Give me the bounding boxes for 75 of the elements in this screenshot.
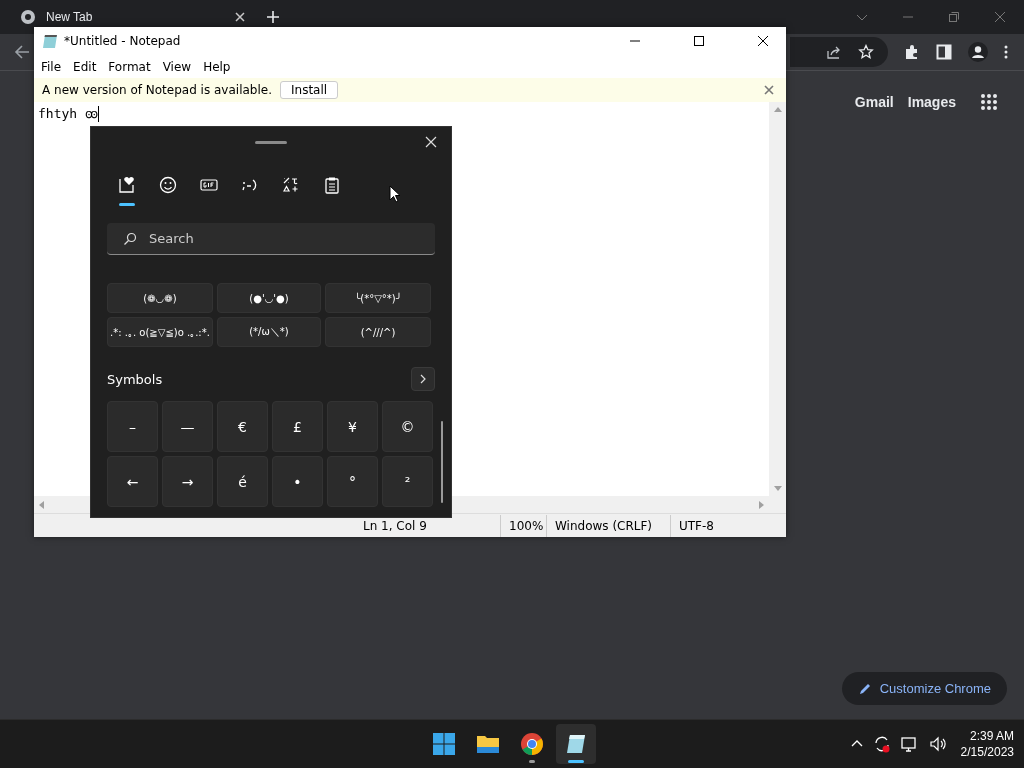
menu-item[interactable]: Edit [73,59,97,74]
symbol-button[interactable]: ° [327,456,378,507]
star-icon[interactable] [858,44,874,60]
running-indicator [529,760,535,763]
symbol-button[interactable]: — [162,401,213,452]
kaomoji-button[interactable]: (●'◡'●) [217,283,321,313]
header-link[interactable]: Gmail [854,94,894,110]
symbols-icon [282,176,300,194]
kaomoji-button[interactable]: (^///^) [325,317,431,347]
tab-title[interactable]: New Tab [46,10,224,24]
symbol-button[interactable]: © [382,401,433,452]
kaomoji-button[interactable]: .*: .｡. o(≧▽≦)o .｡.:*. [107,317,213,347]
network-icon[interactable] [900,735,919,753]
header-link[interactable]: Images [907,94,956,110]
mouse-cursor-icon [389,185,401,203]
status-item: UTF-8 [670,514,770,537]
window-title: *Untitled - Notepad [64,34,181,48]
chrome-logo-icon [520,732,544,756]
drag-handle[interactable] [255,140,287,144]
update-notice: A new version of Notepad is available. [42,83,272,97]
menu-item[interactable]: File [41,59,62,74]
symbol-button[interactable]: é [217,456,268,507]
sync-icon[interactable] [872,735,891,753]
document-text[interactable]: fhtyh ꙭ [38,106,98,122]
kaomoji-button[interactable]: ╰(*°▽°*)╯ [325,283,431,313]
status-item: 100% [500,514,546,537]
running-indicator [568,760,584,763]
kaomoji-button[interactable]: (❁◡❁) [107,283,213,313]
customize-chrome-button[interactable]: Customize Chrome [841,672,1007,705]
back-arrow-icon[interactable] [14,44,30,60]
puzzle-icon[interactable] [904,44,920,60]
maximize-icon[interactable] [693,35,705,47]
symbol-button[interactable]: → [162,456,213,507]
side-panel-icon[interactable] [936,44,952,60]
kaomoji-button[interactable]: (*/ω＼*) [217,317,321,347]
clock-date[interactable]: 2/15/2023 [960,744,1014,760]
smiley-icon [159,176,177,194]
menu-item[interactable]: Format [108,59,151,74]
menu-item[interactable]: Help [203,59,231,74]
profile-icon[interactable] [968,42,988,62]
restore-icon[interactable] [948,11,960,23]
notepad-icon [564,732,588,756]
notepad-icon [42,33,58,49]
search-field[interactable]: Search [107,223,435,255]
menu-item[interactable]: View [162,59,192,74]
speaker-icon[interactable] [928,735,947,753]
symbol-button[interactable]: • [272,456,323,507]
more-menu-icon[interactable] [1004,45,1008,59]
status-item: Windows (CRLF) [546,514,670,537]
status-item: Ln 1, Col 9 [362,517,428,535]
symbol-button[interactable]: ¥ [327,401,378,452]
more-button[interactable] [411,367,435,391]
scrollbar-thumb[interactable] [441,421,443,503]
apps-grid-icon[interactable] [980,93,998,111]
new-tab-icon[interactable] [266,10,280,24]
search-icon [123,232,137,246]
install-button[interactable]: Install [280,81,339,99]
section-title: Symbols [107,371,163,387]
address-bar[interactable] [790,37,888,67]
gif-icon [200,176,218,194]
clock-time[interactable]: 2:39 AM [969,728,1014,744]
symbol-button[interactable]: ² [382,456,433,507]
symbol-button[interactable]: – [107,401,158,452]
pencil-icon [857,681,872,696]
heart-icon [118,176,136,194]
chrome-logo-icon [20,9,36,25]
share-icon[interactable] [826,44,842,60]
close-icon[interactable] [757,35,769,47]
symbol-button[interactable]: £ [272,401,323,452]
windows-logo-icon [432,732,456,756]
taskbar-app[interactable] [556,724,596,764]
chevron-right-icon [418,374,428,384]
clipboard-icon [323,176,341,194]
symbol-button[interactable]: ← [107,456,158,507]
symbol-button[interactable]: € [217,401,268,452]
